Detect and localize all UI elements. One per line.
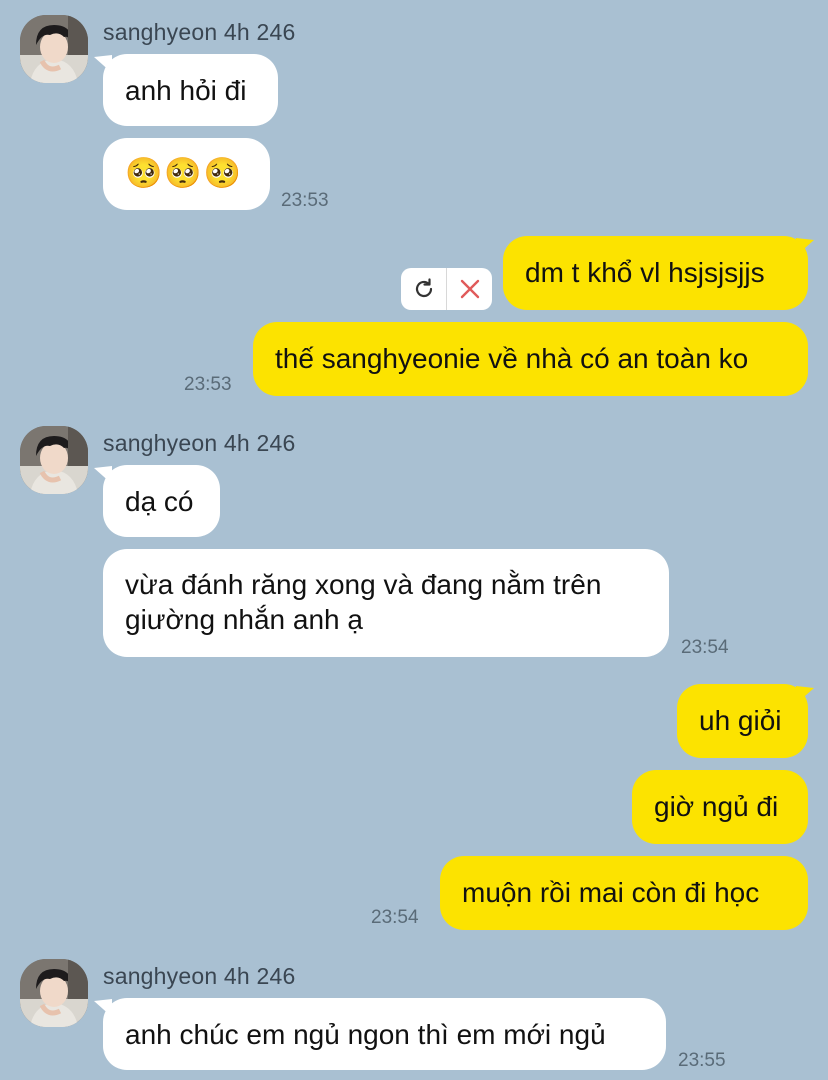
message-bubble[interactable]: uh giỏi — [677, 684, 808, 758]
message-bubble[interactable]: vừa đánh răng xong và đang nằm trên giườ… — [103, 549, 669, 657]
contact-avatar[interactable] — [20, 426, 88, 494]
message-text: 🥺🥺🥺 — [125, 157, 244, 190]
sender-name: sanghyeon 4h 246 — [103, 963, 296, 989]
sender-name: sanghyeon 4h 246 — [103, 19, 296, 45]
message-text: anh hỏi đi — [125, 75, 247, 106]
message-time: 23:53 — [184, 374, 232, 395]
message-time: 23:54 — [371, 907, 419, 928]
message-text: muộn rồi mai còn đi học — [462, 877, 760, 908]
delete-button[interactable] — [447, 268, 492, 310]
message-time: 23:54 — [681, 637, 729, 658]
contact-avatar[interactable] — [20, 959, 88, 1027]
message-text: dạ có — [125, 486, 194, 517]
message-bubble[interactable]: giờ ngủ đi — [632, 770, 808, 844]
message-text: anh chúc em ngủ ngon thì em mới ngủ — [125, 1019, 606, 1050]
message-text: dm t khổ vl hsjsjsjjs — [525, 257, 765, 288]
message-text: giờ ngủ đi — [654, 791, 779, 822]
message-bubble[interactable]: thế sanghyeonie về nhà có an toàn ko — [253, 322, 808, 396]
message-bubble[interactable]: anh hỏi đi — [103, 54, 278, 126]
message-text: thế sanghyeonie về nhà có an toàn ko — [275, 343, 749, 374]
bubble-tail — [796, 686, 814, 704]
message-bubble[interactable]: muộn rồi mai còn đi học — [440, 856, 808, 930]
bubble-tail — [796, 238, 814, 256]
message-bubble[interactable]: dm t khổ vl hsjsjsjjs — [503, 236, 808, 310]
message-bubble[interactable]: anh chúc em ngủ ngon thì em mới ngủ — [103, 998, 666, 1070]
message-text: uh giỏi — [699, 705, 782, 736]
failed-message-actions — [401, 268, 492, 310]
message-bubble[interactable]: 🥺🥺🥺 — [103, 138, 270, 210]
close-icon — [460, 279, 479, 299]
refresh-icon — [415, 278, 432, 298]
retry-button[interactable] — [401, 268, 446, 310]
sender-name: sanghyeon 4h 246 — [103, 430, 296, 456]
message-bubble[interactable]: dạ có — [103, 465, 220, 537]
contact-avatar[interactable] — [20, 15, 88, 83]
message-time: 23:53 — [281, 190, 329, 211]
message-time: 23:55 — [678, 1050, 726, 1071]
message-text: vừa đánh răng xong và đang nằm trên giườ… — [125, 569, 602, 635]
